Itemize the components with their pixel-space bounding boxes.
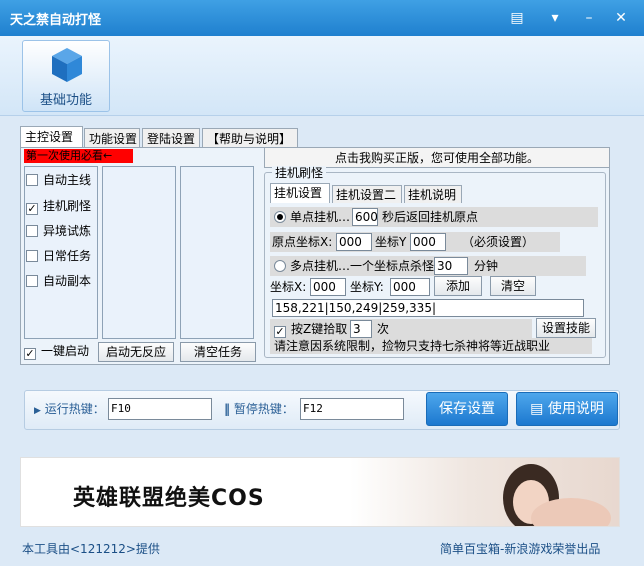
coord-x-label: 坐标X:: [270, 280, 307, 294]
footer-provider[interactable]: 本工具由<121212>提供: [22, 540, 160, 557]
pause-icon: ‖: [224, 402, 230, 416]
tab-login-settings[interactable]: 登陆设置: [142, 128, 200, 148]
window-title: 天之禁自动打怪: [10, 13, 102, 28]
nav-tile-label: 基础功能: [39, 93, 92, 108]
run-hotkey-input[interactable]: F10: [108, 398, 212, 420]
nav-basic-functions[interactable]: 基础功能: [22, 40, 110, 112]
start-no-response-button[interactable]: 启动无反应: [98, 342, 174, 362]
coord-y-input[interactable]: 000: [390, 278, 430, 296]
clear-tasks-button[interactable]: 清空任务: [180, 342, 256, 362]
return-seconds-input[interactable]: 600: [352, 208, 378, 226]
message-icon[interactable]: ▤: [508, 9, 526, 27]
footer-credit[interactable]: 简单百宝箱-新浪游戏荣誉出品: [440, 540, 600, 557]
top-nav: 基础功能: [0, 36, 644, 116]
check-one-key-start[interactable]: ✓ 一键启动: [24, 343, 89, 360]
return-seconds-suffix: 秒后返回挂机原点: [382, 210, 479, 224]
buy-full-version-button[interactable]: 点击我购买正版，您可使用全部功能。: [264, 147, 610, 168]
task-list-box-2: [102, 166, 176, 339]
pickup-unit: 次: [377, 322, 390, 336]
usage-help-button[interactable]: ▤ 使用说明: [516, 392, 618, 426]
pickup-notice: 请注意因系统限制，捡物只支持七杀神将等近战职业: [274, 339, 551, 353]
origin-x-label: 原点坐标X:: [272, 235, 333, 249]
tab-function-settings[interactable]: 功能设置: [84, 128, 140, 148]
pause-hotkey-input[interactable]: F12: [300, 398, 404, 420]
minimize-icon[interactable]: –: [580, 9, 598, 27]
checkbox-checked-icon[interactable]: ✓: [26, 203, 38, 215]
clear-coord-button[interactable]: 清空: [490, 276, 536, 296]
checkbox-checked-icon[interactable]: ✓: [24, 348, 36, 360]
banner-photo: [503, 464, 611, 526]
set-skills-button[interactable]: 设置技能: [536, 318, 596, 338]
check-daily-tasks[interactable]: 日常任务: [26, 248, 91, 264]
banner-text: 英雄联盟绝美COS: [73, 486, 265, 511]
origin-y-label: 坐标Y: [375, 235, 407, 249]
close-icon[interactable]: ✕: [612, 9, 630, 27]
play-icon: ▶: [34, 406, 41, 416]
checkbox-icon[interactable]: [26, 250, 38, 262]
hang-group-title: 挂机刷怪: [272, 166, 327, 180]
tab-main-control[interactable]: 主控设置: [20, 126, 83, 148]
coord-y-label: 坐标Y:: [350, 280, 384, 294]
origin-x-input[interactable]: 000: [336, 233, 372, 251]
menu-dropdown-icon[interactable]: ▾: [546, 9, 564, 27]
origin-required-note: （必须设置）: [462, 235, 535, 249]
kill-minutes-input[interactable]: 30: [434, 257, 468, 275]
add-coord-button[interactable]: 添加: [434, 276, 482, 296]
coord-x-input[interactable]: 000: [310, 278, 346, 296]
ad-banner[interactable]: 英雄联盟绝美COS: [20, 457, 620, 527]
subtab-hang-help[interactable]: 挂机说明: [404, 185, 462, 203]
pause-hotkey-label: ‖ 暂停热键：: [224, 402, 294, 416]
check-realm-trial[interactable]: 异境试炼: [26, 223, 91, 239]
subtab-hang-settings-2[interactable]: 挂机设置二: [332, 185, 402, 203]
first-use-warning[interactable]: 第一次使用必看←: [24, 149, 133, 163]
checkbox-icon[interactable]: [26, 174, 38, 186]
check-z-pickup[interactable]: ✓ 按Z键拾取: [274, 320, 347, 338]
subtab-hang-settings[interactable]: 挂机设置: [270, 183, 330, 203]
checkbox-icon[interactable]: [26, 275, 38, 287]
check-auto-dungeon[interactable]: 自动副本: [26, 273, 91, 289]
save-settings-button[interactable]: 保存设置: [426, 392, 508, 426]
origin-y-input[interactable]: 000: [410, 233, 446, 251]
tab-help[interactable]: 【帮助与说明】: [202, 128, 298, 148]
task-list-box-3: [180, 166, 254, 339]
pickup-count-input[interactable]: 3: [350, 320, 372, 338]
radio-selected-icon[interactable]: [274, 211, 286, 223]
check-auto-mainline[interactable]: 自动主线: [26, 172, 91, 188]
radio-single-point[interactable]: 单点挂机…: [274, 208, 350, 226]
kill-minutes-suffix: 分钟: [474, 259, 499, 273]
coord-points-input[interactable]: 158,221|150,249|259,335|: [272, 299, 584, 317]
document-icon: ▤: [530, 401, 548, 417]
title-bar: 天之禁自动打怪 ▤ ▾ – ✕: [0, 0, 644, 36]
radio-icon[interactable]: [274, 260, 286, 272]
run-hotkey-label: ▶ 运行热键：: [34, 402, 105, 416]
cube-icon: [52, 48, 82, 82]
checkbox-icon[interactable]: [26, 225, 38, 237]
check-hang-farm[interactable]: ✓ 挂机刷怪: [26, 198, 91, 215]
radio-multi-point[interactable]: 多点挂机…一个坐标点杀怪: [274, 257, 434, 275]
